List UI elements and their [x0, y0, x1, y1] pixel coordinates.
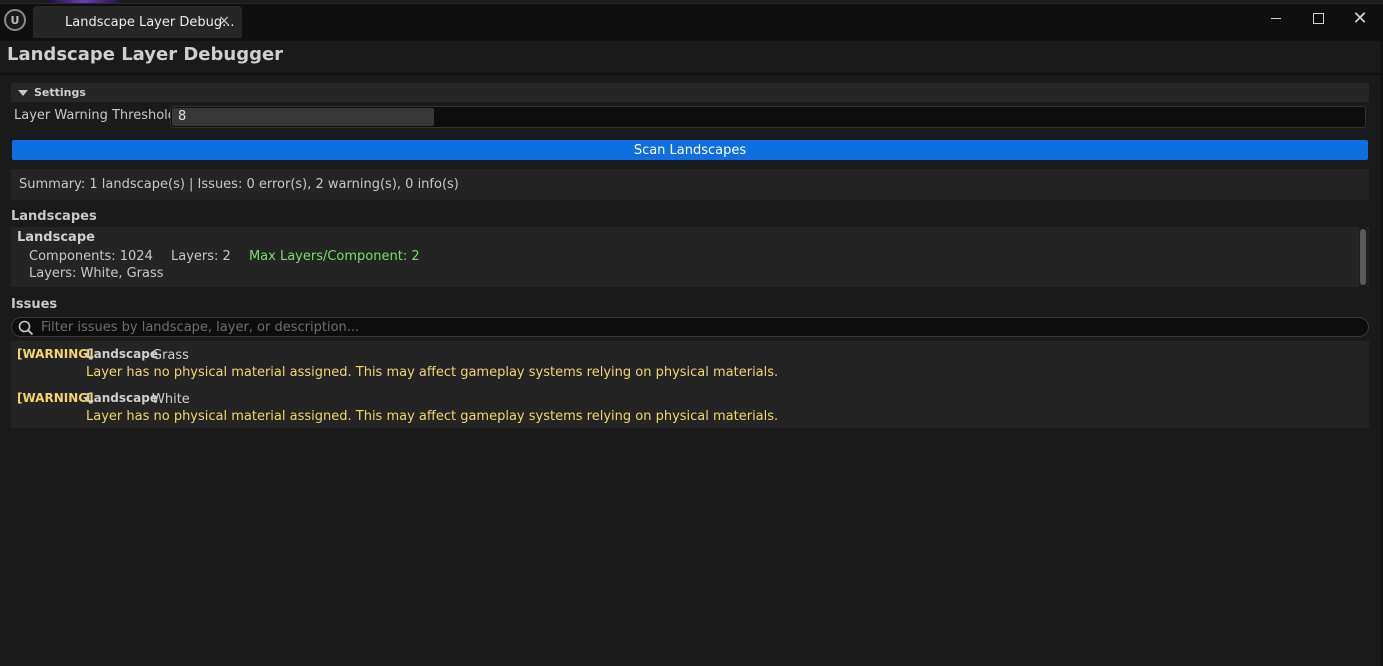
top-accent	[48, 0, 118, 3]
threshold-label: Layer Warning Threshold:	[14, 108, 181, 123]
issues-filter-search[interactable]	[11, 317, 1369, 337]
minimize-icon	[1271, 17, 1281, 19]
unreal-logo-icon[interactable]: U	[4, 9, 26, 31]
issue-message: Layer has no physical material assigned.…	[86, 409, 779, 424]
debugger-panel: Landscape Layer Debugger Settings Layer …	[0, 41, 1383, 666]
issue-landscape: Landscape	[86, 347, 158, 361]
layers-count: Layers: 2	[170, 249, 231, 264]
threshold-fill	[172, 108, 434, 126]
components-count: Components: 1024	[29, 249, 153, 264]
issues-filter-input[interactable]	[39, 318, 1359, 336]
collapse-triangle-icon	[18, 89, 28, 96]
max-layers-per-component: Max Layers/Component: 2	[248, 249, 420, 264]
scrollbar-thumb[interactable]	[1360, 229, 1366, 285]
threshold-value: 8	[178, 109, 187, 124]
issue-landscape: Landscape	[86, 391, 158, 405]
tab-title: Landscape Layer Debug...	[65, 14, 235, 30]
search-icon	[18, 320, 34, 336]
close-icon[interactable]: ×	[218, 13, 230, 29]
issue-layer: White	[152, 392, 190, 407]
window-close-button[interactable]: ✕	[1346, 7, 1374, 29]
settings-header-label: Settings	[34, 86, 86, 99]
threshold-spinbox[interactable]: 8	[170, 106, 1366, 128]
summary-bar: Summary: 1 landscape(s) | Issues: 0 erro…	[11, 169, 1369, 200]
summary-text: Summary: 1 landscape(s) | Issues: 0 erro…	[19, 177, 459, 192]
issue-severity-tag: [WARNING]	[17, 391, 94, 405]
page-title: Landscape Layer Debugger	[7, 44, 284, 65]
settings-section-header[interactable]: Settings	[11, 83, 1369, 102]
issue-message: Layer has no physical material assigned.…	[86, 365, 779, 380]
landscape-name: Landscape	[17, 230, 95, 245]
minimize-button[interactable]	[1262, 8, 1290, 28]
maximize-button[interactable]	[1304, 8, 1332, 28]
title-bar: U Landscape Layer Debug... × ✕	[0, 0, 1383, 41]
top-border	[0, 0, 1383, 4]
tab-landscape-layer-debugger[interactable]: Landscape Layer Debug... ×	[33, 6, 242, 38]
close-icon: ✕	[1352, 7, 1368, 29]
issues-list: [WARNING] Landscape Grass Layer has no p…	[11, 341, 1369, 428]
divider	[0, 73, 1383, 75]
landscape-stats: Components: 1024 Layers: 2 Max Layers/Co…	[29, 249, 434, 264]
landscapes-scrollbar[interactable]	[1359, 227, 1367, 287]
landscapes-label: Landscapes	[11, 209, 97, 224]
issue-severity-tag: [WARNING]	[17, 347, 94, 361]
maximize-icon	[1312, 12, 1324, 24]
landscape-list-item[interactable]: Landscape Components: 1024 Layers: 2 Max…	[11, 227, 1369, 287]
issue-layer: Grass	[152, 348, 189, 363]
issue-row[interactable]: [WARNING] Landscape Grass Layer has no p…	[11, 343, 1369, 383]
landscape-layers: Layers: White, Grass	[29, 266, 164, 281]
scan-landscapes-button[interactable]: Scan Landscapes	[12, 140, 1368, 160]
issues-label: Issues	[11, 297, 58, 312]
issue-row[interactable]: [WARNING] Landscape White Layer has no p…	[11, 387, 1369, 427]
